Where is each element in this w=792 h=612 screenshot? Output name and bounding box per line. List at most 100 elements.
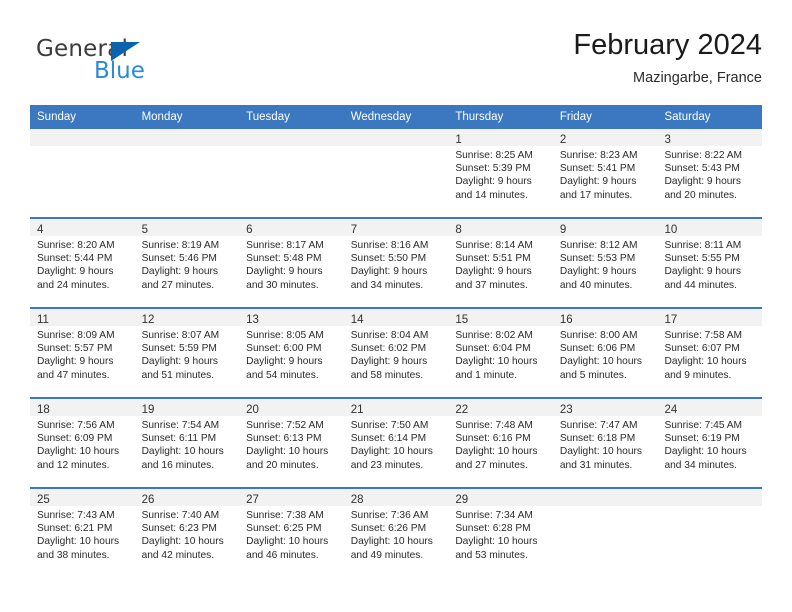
sunrise-text: Sunrise: 8:07 AM xyxy=(141,330,220,341)
daylight-text-line1: Daylight: 10 hours xyxy=(37,446,120,458)
sunrise-text: Sunrise: 8:17 AM xyxy=(246,240,324,251)
day-number-band: 19 xyxy=(134,399,240,416)
day-cell[interactable]: 10 Sunrise: 8:11 AM Sunset: 5:55 PM Dayligh… xyxy=(657,219,763,307)
sunrise-text: Sunrise: 7:43 AM xyxy=(37,510,115,521)
weekday-tuesday: Tuesday xyxy=(246,111,290,123)
sunrise-text: Sunrise: 7:48 AM xyxy=(455,420,533,431)
daylight-text-line2: and 46 minutes. xyxy=(246,549,319,561)
day-number-band xyxy=(134,129,240,146)
daylight-text-line2: and 9 minutes. xyxy=(664,369,732,381)
day-cell[interactable]: 21 Sunrise: 7:50 AM Sunset: 6:14 PM Dayligh… xyxy=(343,399,449,487)
day-cell[interactable]: 8 Sunrise: 8:14 AM Sunset: 5:51 PM Daylight… xyxy=(448,219,553,307)
day-info: Sunrise: 8:17 AM Sunset: 5:48 PM Daylight:… xyxy=(239,236,344,292)
day-cell[interactable]: 20 Sunrise: 7:52 AM Sunset: 6:13 PM Dayligh… xyxy=(239,399,344,487)
day-cell[interactable]: 26 Sunrise: 7:40 AM Sunset: 6:23 PM Dayligh… xyxy=(134,489,240,577)
day-number: 5 xyxy=(141,224,148,236)
daylight-text-line1: Daylight: 9 hours xyxy=(246,266,323,278)
day-info: Sunrise: 7:54 AM Sunset: 6:11 PM Daylight:… xyxy=(135,416,240,472)
day-cell[interactable]: 3 Sunrise: 8:22 AM Sunset: 5:43 PM Daylight… xyxy=(657,129,763,217)
daylight-text-line2: and 44 minutes. xyxy=(664,279,737,291)
day-info: Sunrise: 7:50 AM Sunset: 6:14 PM Daylight:… xyxy=(344,416,449,472)
page-title: February 2024 xyxy=(573,29,762,61)
daylight-text-line1: Daylight: 9 hours xyxy=(559,176,637,188)
daylight-text-line1: Daylight: 9 hours xyxy=(37,266,114,278)
day-cell[interactable]: 14 Sunrise: 8:04 AM Sunset: 6:02 PM Dayligh… xyxy=(343,309,449,397)
daylight-text-line2: and 34 minutes. xyxy=(664,459,737,471)
sunset-text: Sunset: 5:41 PM xyxy=(559,163,636,175)
week-row: 4 Sunrise: 8:20 AM Sunset: 5:44 PM Daylight… xyxy=(30,217,763,307)
daylight-text-line1: Daylight: 10 hours xyxy=(350,446,433,458)
daylight-text-line2: and 37 minutes. xyxy=(455,279,528,291)
day-cell[interactable]: 12 Sunrise: 8:07 AM Sunset: 5:59 PM Dayligh… xyxy=(134,309,240,397)
weeks-container: 1 Sunrise: 8:25 AM Sunset: 5:39 PM Daylight… xyxy=(30,129,763,577)
day-number-band xyxy=(239,129,344,146)
day-cell[interactable]: 5 Sunrise: 8:19 AM Sunset: 5:46 PM Daylight… xyxy=(134,219,240,307)
day-cell[interactable]: 11 Sunrise: 8:09 AM Sunset: 5:57 PM Dayligh… xyxy=(30,309,135,397)
day-number-band: 2 xyxy=(552,129,658,146)
sunrise-text: Sunrise: 8:02 AM xyxy=(455,330,533,341)
daylight-text-line2: and 27 minutes. xyxy=(455,459,528,471)
day-cell[interactable]: 24 Sunrise: 7:45 AM Sunset: 6:19 PM Dayligh… xyxy=(657,399,763,487)
day-cell[interactable]: 7 Sunrise: 8:16 AM Sunset: 5:50 PM Daylight… xyxy=(343,219,449,307)
day-number: 8 xyxy=(455,224,462,236)
day-cell[interactable]: 19 Sunrise: 7:54 AM Sunset: 6:11 PM Dayligh… xyxy=(134,399,240,487)
daylight-text-line2: and 51 minutes. xyxy=(141,369,215,381)
day-cell[interactable]: 27 Sunrise: 7:38 AM Sunset: 6:25 PM Dayligh… xyxy=(239,489,344,577)
daylight-text-line2: and 20 minutes. xyxy=(246,459,319,471)
day-cell[interactable]: 9 Sunrise: 8:12 AM Sunset: 5:53 PM Daylight… xyxy=(552,219,658,307)
day-info xyxy=(135,146,240,149)
day-info: Sunrise: 8:25 AM Sunset: 5:39 PM Daylight:… xyxy=(448,146,553,202)
daylight-text-line2: and 53 minutes. xyxy=(455,549,528,561)
calendar-grid: Sunday Monday Tuesday Wednesday Thursday… xyxy=(30,105,763,577)
day-cell[interactable]: 28 Sunrise: 7:36 AM Sunset: 6:26 PM Dayligh… xyxy=(343,489,449,577)
day-cell[interactable]: 6 Sunrise: 8:17 AM Sunset: 5:48 PM Daylight… xyxy=(239,219,344,307)
sunset-text: Sunset: 6:25 PM xyxy=(246,523,322,535)
day-number: 9 xyxy=(559,224,567,236)
day-number-band: 21 xyxy=(343,399,449,416)
day-cell[interactable]: 13 Sunrise: 8:05 AM Sunset: 6:00 PM Dayligh… xyxy=(239,309,344,397)
day-number: 21 xyxy=(350,404,364,416)
day-info: Sunrise: 7:34 AM Sunset: 6:28 PM Daylight:… xyxy=(448,506,553,562)
day-cell-empty xyxy=(30,129,135,217)
day-cell[interactable]: 29 Sunrise: 7:34 AM Sunset: 6:28 PM Dayligh… xyxy=(448,489,553,577)
day-cell[interactable]: 15 Sunrise: 8:02 AM Sunset: 6:04 PM Dayligh… xyxy=(448,309,553,397)
day-cell[interactable]: 22 Sunrise: 7:48 AM Sunset: 6:16 PM Dayligh… xyxy=(448,399,553,487)
day-number-band: 9 xyxy=(552,219,658,236)
day-cell[interactable]: 18 Sunrise: 7:56 AM Sunset: 6:09 PM Dayligh… xyxy=(30,399,135,487)
day-cell-empty xyxy=(657,489,763,577)
daylight-text-line2: and 30 minutes. xyxy=(246,279,319,291)
day-cell[interactable]: 17 Sunrise: 7:58 AM Sunset: 6:07 PM Dayligh… xyxy=(657,309,763,397)
day-number: 10 xyxy=(664,224,678,236)
daylight-text-line1: Daylight: 10 hours xyxy=(141,446,224,458)
day-cell[interactable]: 16 Sunrise: 8:00 AM Sunset: 6:06 PM Dayligh… xyxy=(552,309,658,397)
day-cell[interactable]: 23 Sunrise: 7:47 AM Sunset: 6:18 PM Dayligh… xyxy=(552,399,658,487)
sunrise-text: Sunrise: 8:09 AM xyxy=(37,330,115,341)
daylight-text-line1: Daylight: 9 hours xyxy=(350,356,428,368)
sunrise-text: Sunrise: 7:54 AM xyxy=(141,420,220,431)
sunrise-text: Sunrise: 8:22 AM xyxy=(664,150,743,161)
day-number: 27 xyxy=(246,494,259,506)
daylight-text-line1: Daylight: 10 hours xyxy=(246,446,329,458)
day-cell[interactable]: 1 Sunrise: 8:25 AM Sunset: 5:39 PM Daylight… xyxy=(448,129,553,217)
daylight-text-line2: and 38 minutes. xyxy=(37,549,110,561)
sunrise-text: Sunrise: 7:38 AM xyxy=(246,510,324,521)
day-info: Sunrise: 8:11 AM Sunset: 5:55 PM Daylight:… xyxy=(657,236,762,292)
day-number-band: 17 xyxy=(657,309,763,326)
day-cell[interactable]: 2 Sunrise: 8:23 AM Sunset: 5:41 PM Daylight… xyxy=(552,129,658,217)
day-info: Sunrise: 7:43 AM Sunset: 6:21 PM Daylight:… xyxy=(30,506,135,562)
day-cell[interactable]: 4 Sunrise: 8:20 AM Sunset: 5:44 PM Daylight… xyxy=(30,219,135,307)
daylight-text-line2: and 54 minutes. xyxy=(246,369,319,381)
sunset-text: Sunset: 5:53 PM xyxy=(559,253,636,265)
day-number-band: 4 xyxy=(30,219,135,236)
day-number-band: 13 xyxy=(239,309,344,326)
day-number: 22 xyxy=(455,404,469,416)
sunrise-text: Sunrise: 8:14 AM xyxy=(455,240,533,251)
sunrise-text: Sunrise: 8:20 AM xyxy=(37,240,115,251)
daylight-text-line2: and 5 minutes. xyxy=(559,369,627,381)
day-info: Sunrise: 8:07 AM Sunset: 5:59 PM Daylight:… xyxy=(135,326,240,382)
day-info: Sunrise: 8:05 AM Sunset: 6:00 PM Daylight:… xyxy=(239,326,344,382)
day-number-band: 26 xyxy=(134,489,240,506)
sunset-text: Sunset: 5:43 PM xyxy=(664,163,740,175)
day-cell[interactable]: 25 Sunrise: 7:43 AM Sunset: 6:21 PM Dayligh… xyxy=(30,489,135,577)
sunrise-text: Sunrise: 7:58 AM xyxy=(664,330,743,341)
